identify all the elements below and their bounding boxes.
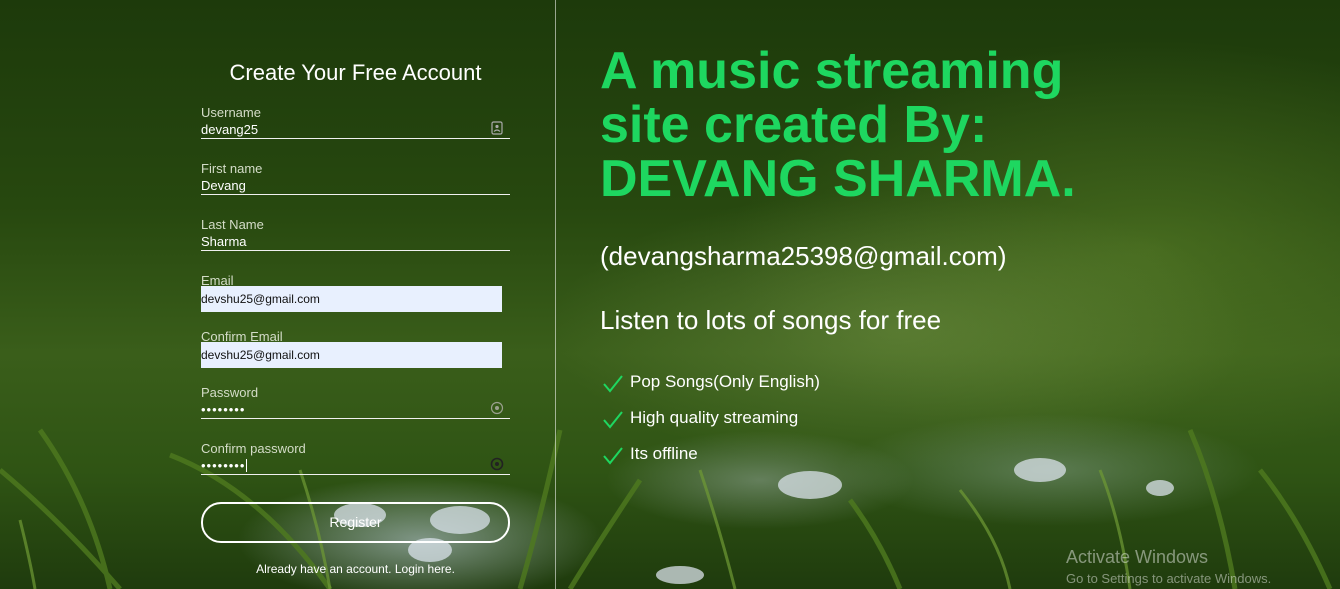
feature-item: Its offline [600,441,820,477]
vertical-divider [555,0,556,589]
hero-section: A music streaming site created By: DEVAN… [600,44,1300,465]
hero-title-line: A music streaming [600,42,1064,100]
username-label: Username [201,105,261,120]
register-button[interactable]: Register [201,502,510,543]
password-reveal-icon[interactable] [490,457,504,471]
contact-email: (devangsharma25398@gmail.com) [600,241,1007,271]
tagline: Listen to lots of songs for free [600,305,942,335]
last-name-underline [201,250,510,251]
username-field[interactable]: Username devang25 [201,105,510,151]
email-input[interactable]: devshu25@gmail.com [201,286,502,312]
confirm-password-text: •••••••• [201,458,246,473]
password-input[interactable]: •••••••• [201,402,491,417]
hero-title-line: site created By: [600,96,988,154]
password-field[interactable]: Password •••••••• [201,385,510,431]
hero-title-line: DEVANG SHARMA. [600,150,1076,208]
checkmark-icon [603,375,623,393]
password-reveal-icon[interactable] [490,401,504,415]
watermark-title: Activate Windows [1066,547,1209,567]
feature-item: High quality streaming [600,405,820,441]
last-name-label: Last Name [201,217,264,232]
feature-label: Pop Songs(Only English) [630,372,820,391]
checkmark-icon [603,447,623,465]
checkmark-icon [603,411,623,429]
confirm-email-input[interactable]: devshu25@gmail.com [201,342,502,368]
confirm-password-field[interactable]: Confirm password •••••••• [201,441,510,487]
first-name-underline [201,194,510,195]
feature-item: Pop Songs(Only English) [600,369,820,405]
confirm-password-underline [201,474,510,475]
login-link[interactable]: Already have an account. Login here. [201,562,510,576]
form-title: Create Your Free Account [229,60,482,85]
hero-title: A music streaming site created By: DEVAN… [600,44,1300,206]
contact-card-icon[interactable] [490,121,504,135]
confirm-email-field[interactable]: Confirm Email devshu25@gmail.com [201,329,510,375]
first-name-input[interactable]: Devang [201,178,491,193]
confirm-password-input[interactable]: •••••••• [201,458,491,473]
feature-label: Its offline [630,444,698,463]
confirm-password-label: Confirm password [201,441,306,456]
username-input[interactable]: devang25 [201,122,491,137]
username-underline [201,138,510,139]
text-caret [246,459,248,472]
password-label: Password [201,385,259,400]
last-name-input[interactable]: Sharma [201,234,491,249]
feature-label: High quality streaming [630,408,799,427]
first-name-field[interactable]: First name Devang [201,161,510,207]
watermark-subtitle: Go to Settings to activate Windows. [1066,571,1272,586]
feature-list: Pop Songs(Only English) High quality str… [600,369,820,477]
first-name-label: First name [201,161,263,176]
password-underline [201,418,510,419]
last-name-field[interactable]: Last Name Sharma [201,217,510,263]
email-field[interactable]: Email devshu25@gmail.com [201,273,510,319]
activate-windows-watermark: Activate Windows Go to Settings to activ… [1066,547,1271,586]
